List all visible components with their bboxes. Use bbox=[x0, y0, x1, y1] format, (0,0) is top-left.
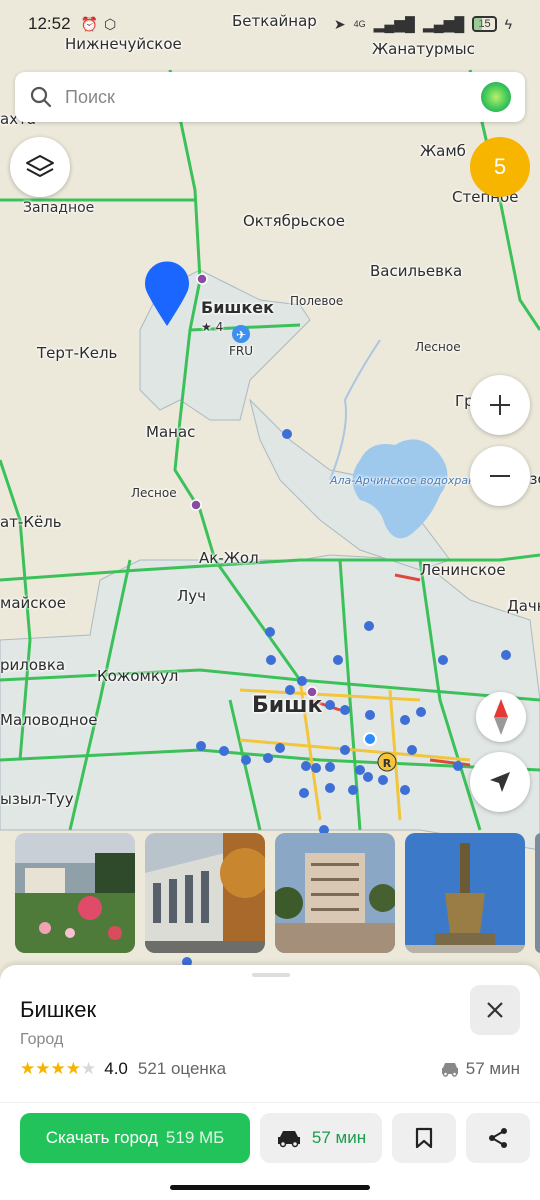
place-label: Луч bbox=[177, 587, 207, 605]
zoom-in-button[interactable] bbox=[470, 375, 530, 435]
route-button[interactable]: 57 мин bbox=[260, 1113, 382, 1163]
place-label: ат-Кёль bbox=[0, 513, 62, 531]
home-indicator[interactable] bbox=[170, 1185, 370, 1190]
place-label: Васильевка bbox=[370, 262, 463, 280]
star-filled-icon: ★ bbox=[65, 1059, 81, 1079]
city-label: Бишк bbox=[252, 693, 323, 718]
photo-thumbnail[interactable] bbox=[15, 833, 135, 953]
airport-label: Бишкек bbox=[201, 298, 274, 317]
place-label: майское bbox=[0, 594, 66, 612]
photo-image bbox=[275, 833, 395, 953]
place-title: Бишкек bbox=[20, 997, 97, 1022]
rating-stars: ★★★★★ bbox=[20, 1059, 96, 1079]
action-buttons: Скачать город 519 МБ 57 мин bbox=[20, 1113, 530, 1163]
place-label: Октябрьское bbox=[243, 212, 345, 230]
search-icon bbox=[30, 86, 52, 108]
minus-icon bbox=[490, 475, 510, 477]
place-label: Ленинское bbox=[420, 561, 506, 579]
travel-time-value: 57 мин bbox=[465, 1059, 520, 1078]
close-button[interactable] bbox=[470, 985, 520, 1035]
photo-thumbnail[interactable] bbox=[275, 833, 395, 953]
photo-thumbnail[interactable] bbox=[405, 833, 525, 953]
star-empty-icon: ★ bbox=[81, 1059, 97, 1079]
photo-image bbox=[405, 833, 525, 953]
rating-value: 4.0 bbox=[104, 1059, 128, 1078]
sheet-handle[interactable] bbox=[252, 973, 290, 977]
place-label: Дачн bbox=[507, 597, 540, 615]
place-label: Манас bbox=[146, 423, 196, 441]
car-icon bbox=[441, 1063, 458, 1077]
svg-text:R: R bbox=[383, 757, 392, 770]
sync-icon: ⬡ bbox=[103, 15, 117, 32]
photo-image bbox=[535, 833, 540, 953]
download-size: 519 МБ bbox=[165, 1128, 225, 1147]
reservoir-label: Ала-Арчинское водохранилище bbox=[330, 474, 514, 487]
rating-count: 521 оценка bbox=[137, 1059, 227, 1078]
plus-icon bbox=[490, 395, 510, 415]
rating-row[interactable]: ★★★★★ 4.0 521 оценка bbox=[20, 1059, 226, 1079]
car-icon bbox=[277, 1131, 300, 1148]
location-status-icon: ➤ bbox=[333, 15, 346, 32]
place-card[interactable]: Бишкек Город ★★★★★ 4.0 521 оценка 57 мин… bbox=[0, 965, 540, 1200]
divider bbox=[0, 1102, 540, 1103]
search-input[interactable]: Поиск bbox=[65, 87, 481, 108]
star-filled-icon: ★ bbox=[35, 1059, 51, 1079]
star-filled-icon: ★ bbox=[50, 1059, 66, 1079]
layers-icon bbox=[26, 155, 54, 177]
compass-button[interactable] bbox=[476, 692, 526, 742]
voice-assistant-icon[interactable] bbox=[481, 82, 511, 112]
star-filled-icon: ★ bbox=[20, 1059, 36, 1079]
photo-image bbox=[145, 833, 265, 953]
download-city-button[interactable]: Скачать город 519 МБ bbox=[20, 1113, 250, 1163]
share-button[interactable] bbox=[466, 1113, 530, 1163]
travel-time: 57 мин bbox=[440, 1059, 520, 1079]
place-label: Лесное bbox=[415, 340, 461, 354]
photo-image bbox=[15, 833, 135, 953]
bookmark-button[interactable] bbox=[392, 1113, 456, 1163]
bookmark-icon bbox=[415, 1127, 433, 1149]
svg-text:✈: ✈ bbox=[236, 328, 246, 342]
place-label: Кожомкул bbox=[97, 667, 179, 685]
alarm-icon: ⏰ bbox=[80, 15, 98, 32]
photo-thumbnail-partial[interactable] bbox=[535, 833, 540, 953]
place-label: Жамб bbox=[420, 142, 466, 160]
battery-level: 15 bbox=[478, 18, 491, 30]
signal-icon-2: ▂▄▆█ bbox=[422, 15, 465, 32]
status-time: 12:52 bbox=[28, 14, 71, 33]
my-location-button[interactable] bbox=[470, 752, 530, 812]
place-label: Западное bbox=[23, 200, 95, 216]
place-label: риловка bbox=[0, 656, 66, 674]
place-label: ызыл-Туу bbox=[0, 790, 74, 808]
close-icon bbox=[487, 1002, 503, 1018]
navigation-arrow-icon bbox=[490, 772, 510, 792]
zoom-out-button[interactable] bbox=[470, 446, 530, 506]
photo-thumbnail[interactable] bbox=[145, 833, 265, 953]
place-label: Полевое bbox=[290, 294, 344, 308]
battery-icon: 15 bbox=[472, 16, 497, 32]
airport-code: FRU bbox=[229, 344, 254, 358]
route-eta: 57 мин bbox=[311, 1128, 367, 1147]
search-bar[interactable]: Поиск bbox=[15, 72, 525, 122]
place-label: Ак-Жол bbox=[199, 549, 259, 567]
network-type: 4G bbox=[353, 19, 366, 29]
photo-gallery[interactable] bbox=[15, 833, 540, 953]
compass-icon bbox=[494, 699, 508, 735]
traffic-level: 5 bbox=[493, 154, 507, 179]
charging-icon: ϟ bbox=[504, 16, 512, 32]
download-label: Скачать город bbox=[45, 1128, 158, 1147]
place-label: Лесное bbox=[131, 486, 177, 500]
status-bar: 12:52 ⏰ ⬡ ➤ 4G ▂▄▆█ ▂▄▆█ 15 ϟ bbox=[0, 0, 540, 48]
share-icon bbox=[489, 1128, 507, 1148]
place-label: Терт-Кель bbox=[37, 344, 118, 362]
place-category: Город bbox=[20, 1031, 64, 1048]
place-label: Маловодное bbox=[0, 711, 98, 729]
traffic-score-button[interactable]: 5 bbox=[470, 137, 530, 197]
signal-icon: ▂▄▆█ bbox=[373, 15, 415, 32]
layers-button[interactable] bbox=[10, 137, 70, 197]
airport-rating: ★ 4 bbox=[201, 320, 224, 334]
